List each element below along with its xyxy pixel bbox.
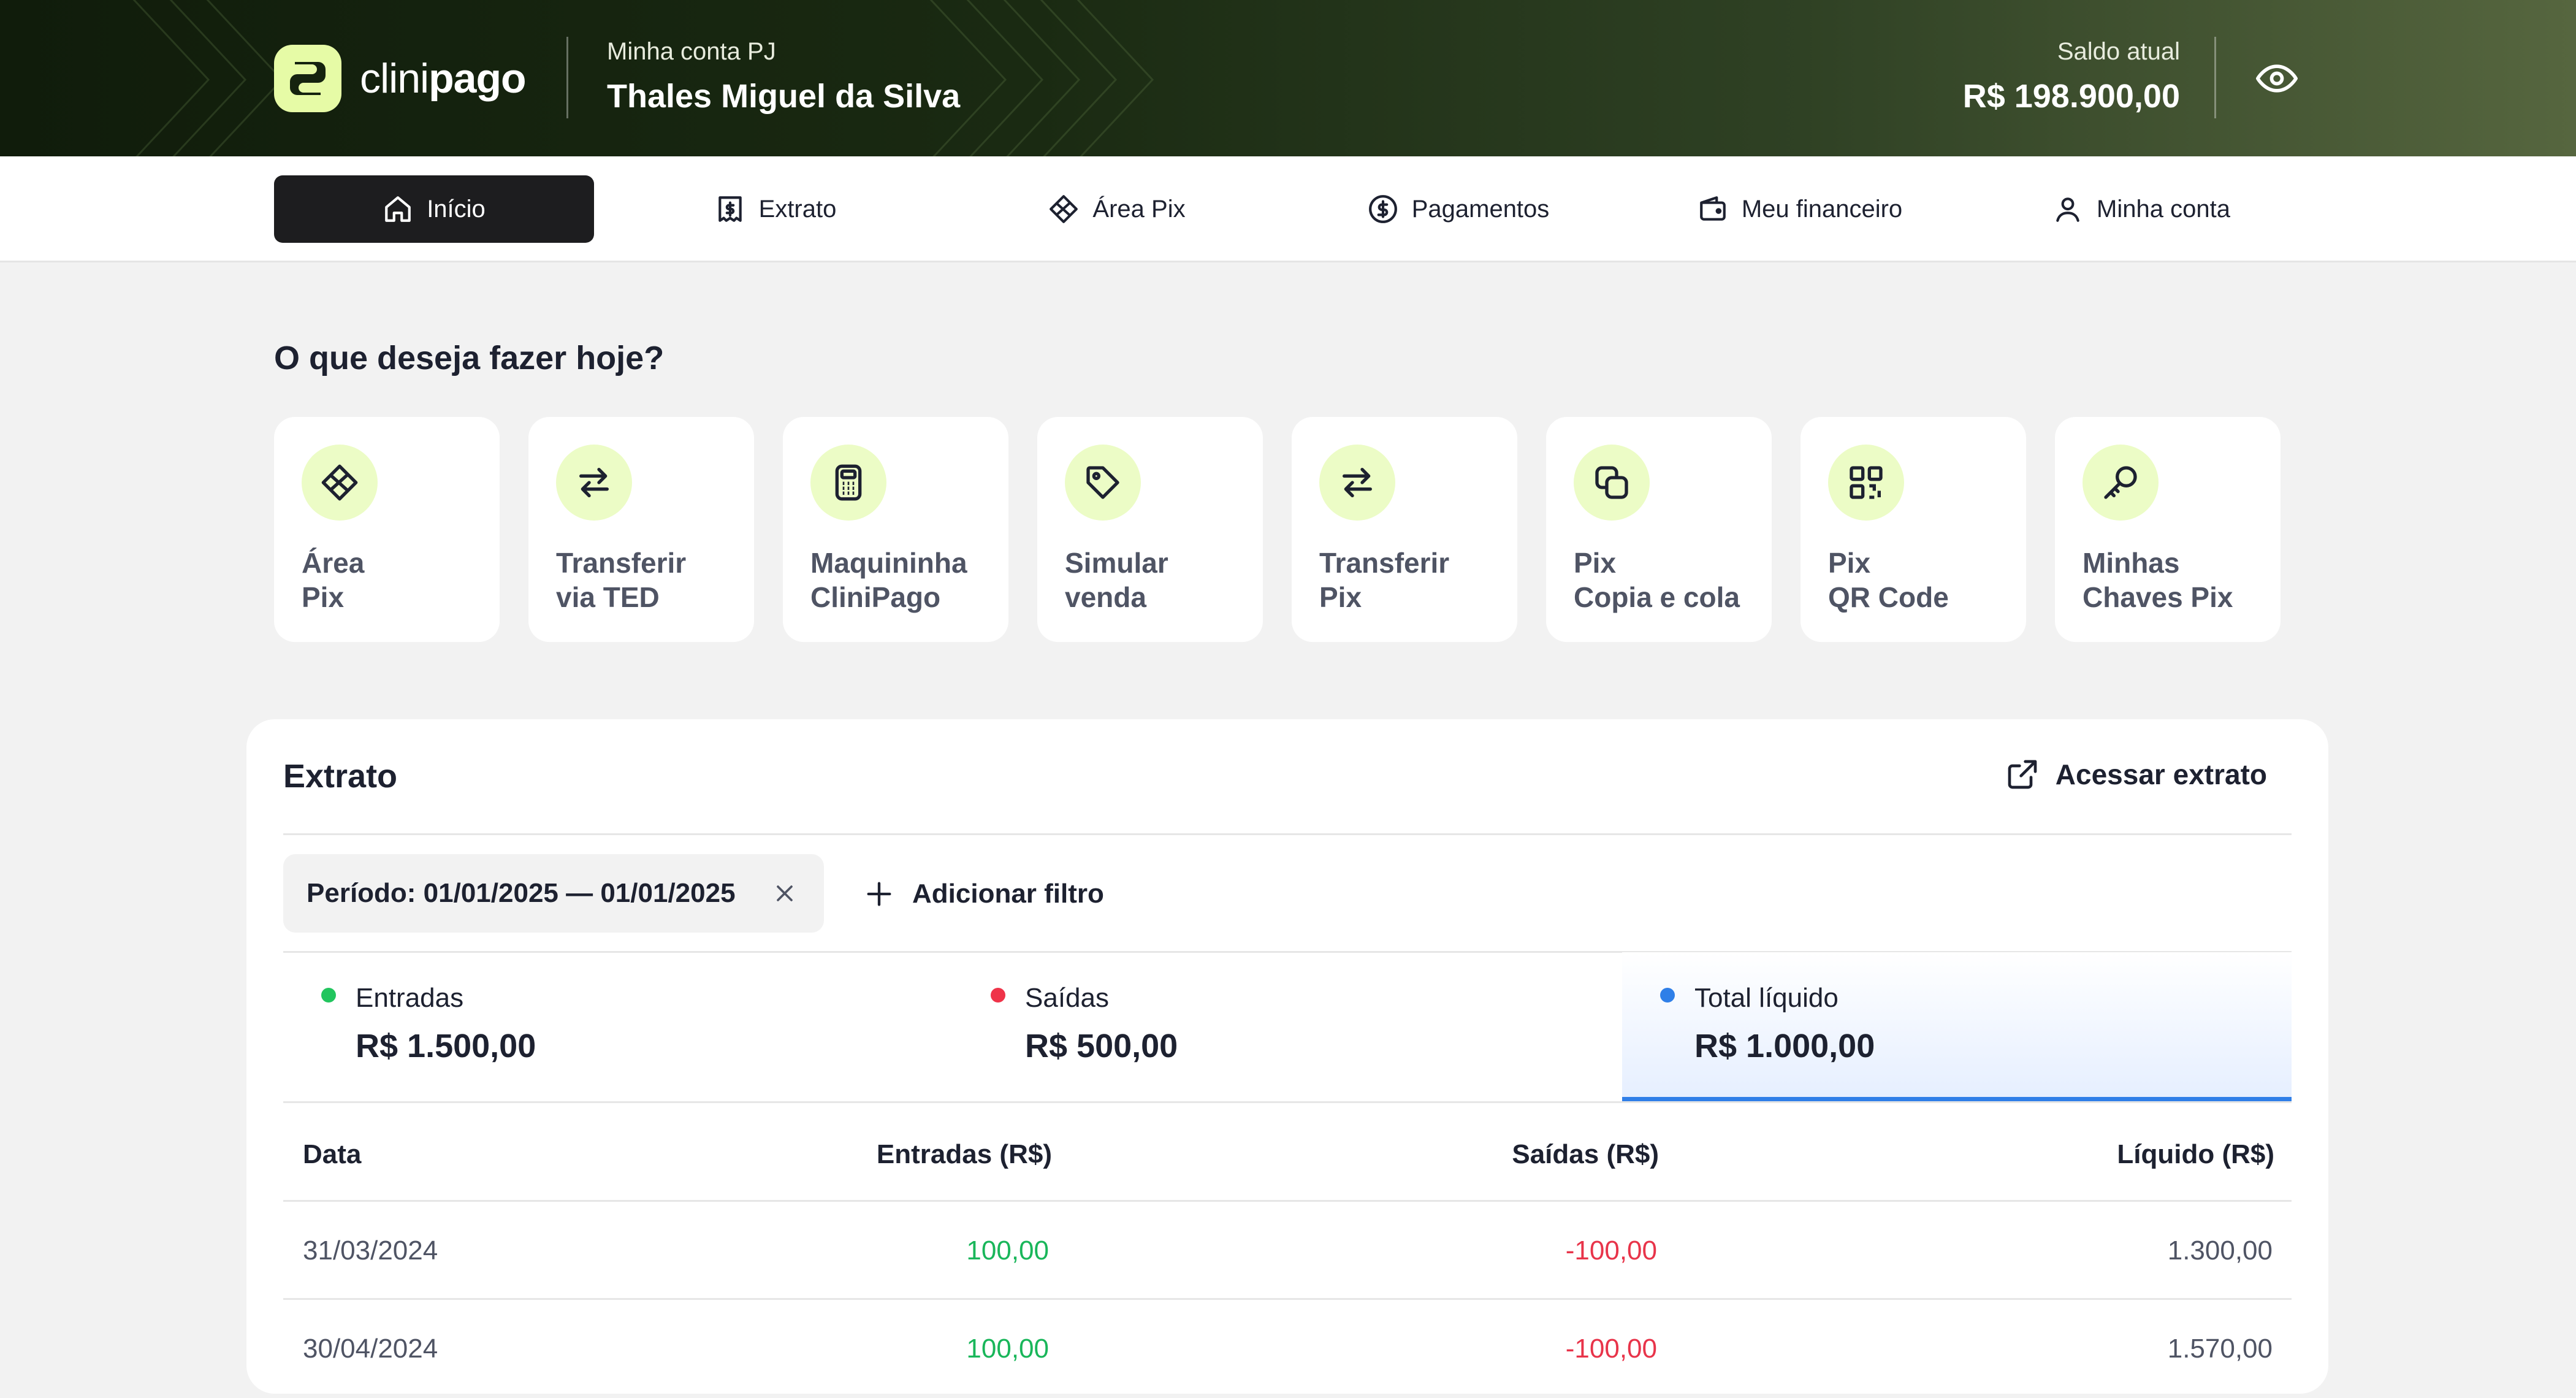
nav-item-pagamentos[interactable]: Pagamentos [1298,175,1618,243]
action-label: Pix Copia e cola [1574,547,1740,613]
arrows-swap-icon [556,445,632,521]
nav-item-area-pix[interactable]: Área Pix [957,175,1277,243]
nav-item-label: Área Pix [1092,195,1186,223]
summary-value: R$ 500,00 [1025,1028,1178,1064]
logo-wordmark: clinipago [360,55,527,102]
row-date: 30/04/2024 [303,1334,438,1364]
toggle-balance-visibility-button[interactable] [2254,55,2300,102]
nav-item-extrato[interactable]: Extrato [615,175,936,243]
main-nav: Início Extrato Área Pix Pagamentos Meu f… [0,156,2576,262]
statement-panel: Extrato Acessar extrato Período: 01/01/2… [246,719,2328,1394]
action-label: Área Pix [302,547,365,613]
pix-icon [302,445,378,521]
account-holder-name: Thales Miguel da Silva [607,78,961,115]
nav-item-label: Minha conta [2097,195,2230,223]
action-simular-venda[interactable]: Simular venda [1037,417,1263,642]
nav-item-label: Meu financeiro [1741,195,1903,223]
action-label: Maquininha CliniPago [810,547,967,613]
column-header-data[interactable]: Data [303,1139,361,1170]
qr-code-icon [1828,445,1904,521]
row-saidas: -100,00 [1565,1334,1657,1364]
add-filter-label: Adicionar filtro [912,879,1104,909]
nav-item-inicio[interactable]: Início [274,175,594,243]
row-date: 31/03/2024 [303,1236,438,1266]
action-label: Transferir via TED [556,547,687,613]
summary-value: R$ 1.000,00 [1694,1028,1875,1064]
period-filter-chip[interactable]: Período: 01/01/2025 — 01/01/2025 [283,854,824,933]
action-label: Transferir Pix [1319,547,1450,613]
home-icon [385,196,411,222]
action-pix-copia-cola[interactable]: Pix Copia e cola [1546,417,1772,642]
action-minhas-chaves-pix[interactable]: Minhas Chaves Pix [2055,417,2281,642]
row-entradas: 100,00 [966,1334,1049,1364]
action-pix-qr-code[interactable]: Pix QR Code [1801,417,2026,642]
statement-summary: Entradas R$ 1.500,00 Saídas R$ 500,00 To… [283,952,2292,1103]
logo-mark-icon [274,45,341,112]
user-icon [2056,197,2079,222]
summary-label: Entradas [356,983,464,1013]
action-label: Minhas Chaves Pix [2083,547,2233,613]
row-entradas: 100,00 [966,1236,1049,1266]
external-link-icon [2008,760,2037,789]
open-statement-label: Acessar extrato [2055,758,2267,790]
summary-label: Total líquido [1694,983,1839,1013]
wallet-icon [1699,196,1726,221]
receipt-icon [718,196,742,222]
balance-divider [2214,37,2216,118]
nav-item-meu-financeiro[interactable]: Meu financeiro [1640,175,1960,243]
card-machine-icon [810,445,886,521]
add-filter-button[interactable]: Adicionar filtro [863,869,1104,919]
nav-item-label: Pagamentos [1411,195,1550,223]
divider [283,833,2292,835]
summary-value: R$ 1.500,00 [356,1028,536,1064]
arrows-swap-icon [1319,445,1395,521]
section-title: O que deseja fazer hoje? [274,340,665,376]
remove-filter-button[interactable] [769,877,801,909]
action-label: Simular venda [1065,547,1168,613]
table-header: Data Entradas (R$) Saídas (R$) Líquido (… [283,1106,2292,1204]
table-row[interactable]: 30/04/2024 100,00 -100,00 1.570,00 [283,1300,2292,1398]
action-area-pix[interactable]: Área Pix [274,417,500,642]
green-dot-icon [321,988,336,1003]
key-icon [2083,445,2159,521]
eye-icon [2256,64,2298,93]
column-header-liquido[interactable]: Líquido (R$) [2117,1139,2274,1170]
dollar-circle-icon [1368,195,1397,223]
summary-saidas[interactable]: Saídas R$ 500,00 [953,952,1622,1103]
brand-logo[interactable]: clinipago [274,43,527,114]
close-icon [777,885,793,901]
summary-total-liquido[interactable]: Total líquido R$ 1.000,00 [1622,952,2292,1103]
top-bar: clinipago Minha conta PJ Thales Miguel d… [0,0,2576,156]
action-transferir-ted[interactable]: Transferir via TED [528,417,754,642]
action-label: Pix QR Code [1828,547,1949,613]
account-type: Minha conta PJ [607,38,776,65]
nav-item-label: Início [427,195,486,223]
nav-item-label: Extrato [758,195,837,223]
row-liquido: 1.300,00 [2167,1236,2273,1266]
copy-icon [1574,445,1650,521]
period-filter-label: Período: 01/01/2025 — 01/01/2025 [307,878,736,908]
action-transferir-pix[interactable]: Transferir Pix [1292,417,1517,642]
column-header-saidas[interactable]: Saídas (R$) [1512,1139,1659,1170]
row-liquido: 1.570,00 [2167,1334,2273,1364]
blue-dot-icon [1660,988,1675,1003]
open-statement-link[interactable]: Acessar extrato [2005,757,2267,792]
balance-label: Saldo atual [2057,38,2180,65]
summary-entradas[interactable]: Entradas R$ 1.500,00 [283,952,953,1103]
pix-icon [1050,195,1078,223]
red-dot-icon [991,988,1005,1003]
plus-icon [867,882,891,906]
action-maquininha[interactable]: Maquininha CliniPago [783,417,1008,642]
row-saidas: -100,00 [1565,1236,1657,1266]
divider [283,1101,2292,1103]
table-row[interactable]: 31/03/2024 100,00 -100,00 1.300,00 [283,1202,2292,1300]
balance-value: R$ 198.900,00 [1962,78,2180,115]
tag-icon [1065,445,1141,521]
header-divider [566,37,568,118]
nav-item-minha-conta[interactable]: Minha conta [1981,175,2301,243]
column-header-entradas[interactable]: Entradas (R$) [877,1139,1052,1170]
panel-title: Extrato [283,758,398,795]
summary-label: Saídas [1025,983,1109,1013]
